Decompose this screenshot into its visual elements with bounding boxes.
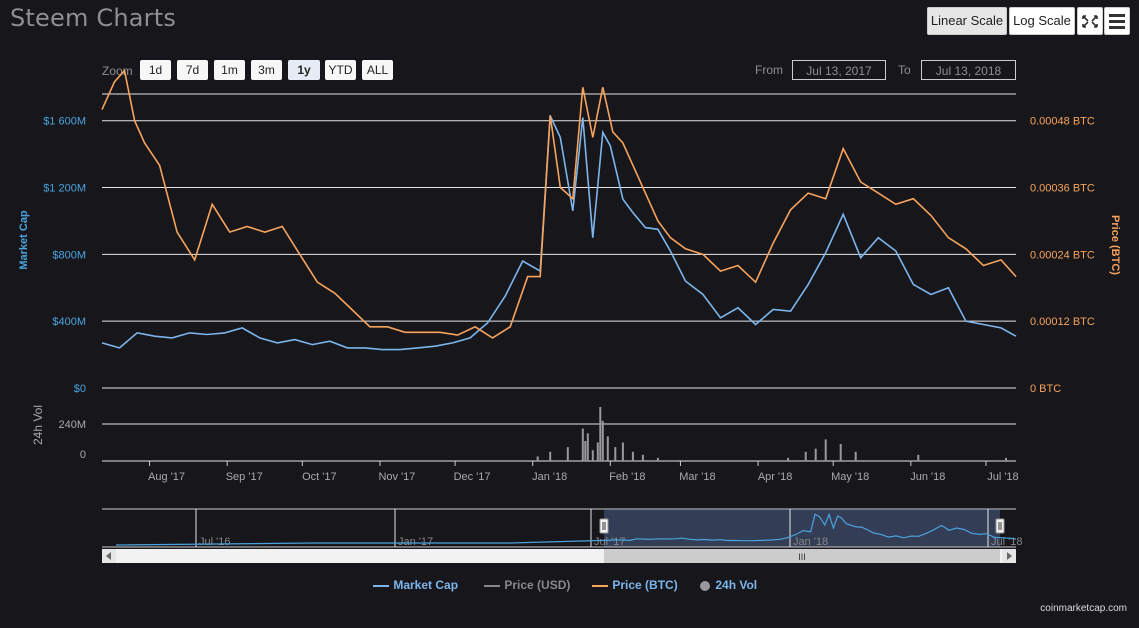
right-axis: 0 BTC 0.00012 BTC 0.00024 BTC 0.00036 BTC 0.… <box>1030 116 1095 395</box>
navigator-left-handle[interactable] <box>599 518 609 534</box>
x-tick-label: Jun '18 <box>910 471 945 483</box>
right-tick-label: 0 BTC <box>1030 383 1061 395</box>
right-tick-label: 0.00048 BTC <box>1030 116 1095 128</box>
legend-item-24h-vol[interactable]: 24h Vol <box>698 578 757 592</box>
left-tick-label: $1 200M <box>43 183 86 195</box>
volume-bar <box>814 448 817 461</box>
navigator[interactable]: Jul '16 Jan '17 Jul '17 Jan '18 Jul '18III <box>102 508 1022 563</box>
volume-panel: 0 240M <box>58 387 1016 462</box>
volume-bar <box>606 436 609 461</box>
left-tick-label: $800M <box>52 249 86 261</box>
market-cap-line <box>101 115 1017 351</box>
navigator-right-handle[interactable] <box>995 518 1005 534</box>
legend-item-market-cap[interactable]: Market Cap <box>372 578 458 592</box>
vol-axis-title: 24h Vol <box>31 405 45 445</box>
volume-bar <box>824 439 827 461</box>
volume-bar <box>804 451 807 462</box>
volume-bar <box>581 428 584 461</box>
volume-bar <box>631 451 634 462</box>
x-tick-label: Sep '17 <box>226 471 263 483</box>
left-axis: $0 $400M $800M $1 200M $1 600M <box>43 116 86 395</box>
vol-tick-label: 240M <box>58 419 86 431</box>
right-tick-label: 0.00024 BTC <box>1030 249 1095 261</box>
volume-bar <box>591 450 594 461</box>
x-tick-label: Dec '17 <box>454 471 491 483</box>
scrollbar-grip-icon: III <box>798 552 806 562</box>
volume-bar <box>917 454 920 461</box>
dot-swatch-icon <box>700 580 710 591</box>
legend: Market Cap Price (USD) Price (BTC) 24h V… <box>0 578 1139 596</box>
x-tick-label: Aug '17 <box>148 471 185 483</box>
volume-bar <box>586 433 589 462</box>
x-axis: Aug '17 Sep '17 Oct '17 Nov '17 Dec '17 Jan '… <box>148 461 1019 483</box>
legend-label: Price (BTC) <box>612 578 678 592</box>
credit-link[interactable]: coinmarketcap.com <box>1040 603 1127 614</box>
line-swatch-icon <box>592 584 608 587</box>
x-tick-label: Nov '17 <box>378 471 415 483</box>
volume-bar <box>549 451 552 462</box>
navigator-tick-label: Jul '17 <box>594 536 625 548</box>
volume-bar <box>787 457 790 461</box>
series-layer <box>101 68 1017 351</box>
x-tick-label: Jan '18 <box>532 471 567 483</box>
right-tick-label: 0.00036 BTC <box>1030 183 1095 195</box>
line-swatch-icon <box>373 584 389 587</box>
legend-item-price-usd[interactable]: Price (USD) <box>483 578 570 592</box>
navigator-tick-label: Jan '18 <box>793 536 828 548</box>
left-tick-label: $0 <box>74 383 86 395</box>
legend-label: Market Cap <box>393 578 459 592</box>
left-axis-title: Market Cap <box>18 210 30 270</box>
volume-bar <box>854 451 857 462</box>
vol-tick-label: 0 <box>80 449 86 461</box>
x-tick-label: Oct '17 <box>302 471 337 483</box>
chart-area: $0 $400M $800M $1 200M $1 600M 0 BTC 0.00012 … <box>18 68 1121 563</box>
legend-label: 24h Vol <box>715 578 758 592</box>
volume-bar <box>1005 457 1007 461</box>
volume-bar <box>656 457 659 461</box>
legend-item-price-btc[interactable]: Price (BTC) <box>591 578 678 592</box>
volume-bar <box>596 442 599 461</box>
line-swatch-icon <box>484 584 500 587</box>
x-tick-label: Feb '18 <box>609 471 645 483</box>
volume-bar <box>566 447 569 461</box>
left-tick-label: $400M <box>52 316 86 328</box>
volume-bar <box>621 442 624 461</box>
volume-bar <box>614 447 617 461</box>
volume-bar <box>601 420 604 461</box>
legend-label: Price (USD) <box>504 578 571 592</box>
volume-bar <box>839 444 842 461</box>
price-btc-line <box>101 68 1017 339</box>
grid-lines <box>102 93 1016 389</box>
left-tick-label: $1 600M <box>43 116 86 128</box>
right-tick-label: 0.00012 BTC <box>1030 316 1095 328</box>
volume-bar <box>536 456 539 461</box>
x-tick-label: May '18 <box>831 471 869 483</box>
x-tick-label: Apr '18 <box>758 471 793 483</box>
x-tick-label: Mar '18 <box>679 471 715 483</box>
volume-bar <box>599 407 602 461</box>
navigator-tick-label: Jan '17 <box>398 536 433 548</box>
volume-bar <box>641 454 644 461</box>
volume-bar <box>584 441 587 461</box>
right-axis-title: Price (BTC) <box>1109 215 1121 275</box>
navigator-tick-label: Jul '16 <box>199 536 230 548</box>
x-tick-label: Jul '18 <box>987 471 1018 483</box>
